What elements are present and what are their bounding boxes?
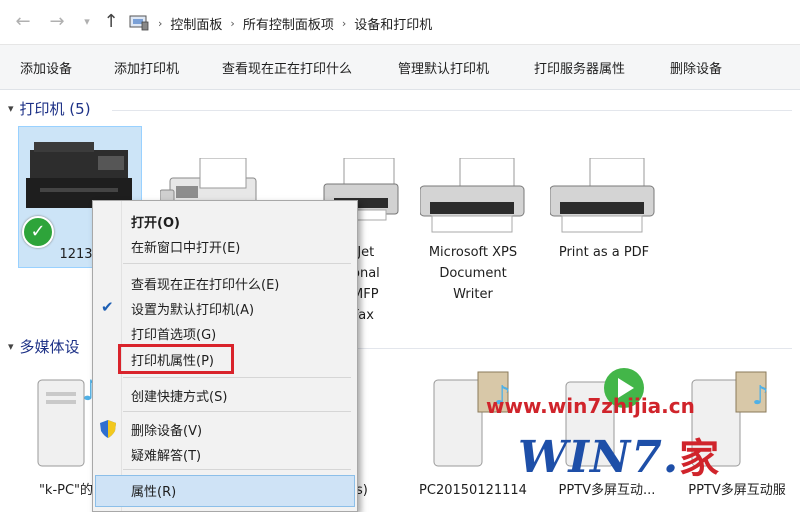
add-printer-button[interactable]: 添加打印机	[114, 58, 179, 77]
win7-logo: WIN7.家	[518, 432, 721, 483]
back-arrow-icon[interactable]: ←	[12, 10, 34, 34]
breadcrumb-separator-icon: ›	[341, 16, 347, 30]
menu-item-troubleshoot[interactable]: 疑难解答(T)	[93, 442, 357, 466]
xps-printer-icon[interactable]	[420, 158, 526, 240]
menu-item-printing-preferences[interactable]: 打印首选项(G)	[93, 321, 357, 345]
menu-separator	[123, 377, 351, 378]
printer-name-pdf: Print as a PDF	[558, 245, 650, 260]
media-device-name: s)	[356, 483, 368, 498]
breadcrumb-control-panel[interactable]: 控制面板	[170, 14, 222, 33]
menu-item-open[interactable]: 打开(O)	[93, 209, 357, 233]
breadcrumb-separator-icon: ›	[158, 16, 163, 30]
manage-default-printers-button[interactable]: 管理默认打印机	[398, 58, 489, 77]
checkmark-icon: ✔	[101, 298, 114, 316]
annotation-highlight-box	[118, 344, 234, 374]
collapse-chevron-icon[interactable]: ▾	[8, 340, 14, 353]
group-divider	[356, 348, 792, 349]
menu-item-open-new-window[interactable]: 在新窗口中打开(E)	[93, 234, 357, 258]
address-bar: ← → ▾ ↑ › 控制面板 › 所有控制面板项 › 设备和打印机	[0, 0, 800, 45]
breadcrumb-all-items[interactable]: 所有控制面板项	[243, 14, 334, 33]
media-server-icon[interactable]: ♪	[430, 366, 520, 472]
pdf-printer-icon[interactable]	[550, 158, 656, 240]
printer-name-hp-fax: rJet onal MFP Fax	[352, 245, 380, 323]
menu-item-remove-device[interactable]: 删除设备(V)	[93, 417, 357, 441]
watermark-url: www.win7zhijia.cn	[486, 394, 695, 418]
printers-group-header[interactable]: ▾ 打印机 (5)	[8, 98, 91, 119]
menu-item-set-default[interactable]: ✔ 设置为默认打印机(A)	[93, 296, 357, 320]
printer-name-1213: 1213	[59, 247, 93, 262]
command-toolbar: 添加设备 添加打印机 查看现在正在打印什么 管理默认打印机 打印服务器属性 删除…	[0, 45, 800, 90]
recent-dropdown-icon[interactable]: ▾	[76, 10, 98, 34]
menu-item-see-printing[interactable]: 查看现在正在打印什么(E)	[93, 271, 357, 295]
menu-separator	[123, 263, 351, 264]
add-device-button[interactable]: 添加设备	[20, 58, 72, 77]
uac-shield-icon	[100, 420, 116, 438]
svg-text:♪: ♪	[752, 381, 769, 411]
menu-item-properties[interactable]: 属性(R)	[93, 478, 357, 502]
default-printer-check-icon: ✓	[22, 216, 54, 248]
breadcrumb: › 控制面板 › 所有控制面板项 › 设备和打印机	[158, 12, 440, 34]
breadcrumb-separator-icon: ›	[230, 16, 235, 30]
printer-name-xps: Microsoft XPS Document Writer	[428, 245, 518, 302]
printers-group-label: 打印机 (5)	[19, 100, 91, 118]
see-whats-printing-button[interactable]: 查看现在正在打印什么	[222, 58, 352, 77]
menu-separator	[123, 411, 351, 412]
print-server-properties-button[interactable]: 打印服务器属性	[534, 58, 625, 77]
multimedia-group-header[interactable]: ▾ 多媒体设	[8, 336, 80, 357]
media-device-name: PC20150121114	[419, 483, 527, 498]
forward-arrow-icon[interactable]: →	[46, 10, 68, 34]
group-divider	[112, 110, 792, 111]
up-arrow-icon[interactable]: ↑	[100, 10, 122, 34]
multimedia-group-label: 多媒体设	[19, 338, 80, 356]
media-device-name: "k-PC"的	[38, 483, 94, 498]
control-panel-icon	[129, 15, 149, 31]
collapse-chevron-icon[interactable]: ▾	[8, 102, 14, 115]
remove-device-button[interactable]: 删除设备	[670, 58, 722, 77]
breadcrumb-devices-printers[interactable]: 设备和打印机	[354, 14, 432, 33]
menu-separator	[123, 469, 351, 470]
menu-item-create-shortcut[interactable]: 创建快捷方式(S)	[93, 383, 357, 407]
